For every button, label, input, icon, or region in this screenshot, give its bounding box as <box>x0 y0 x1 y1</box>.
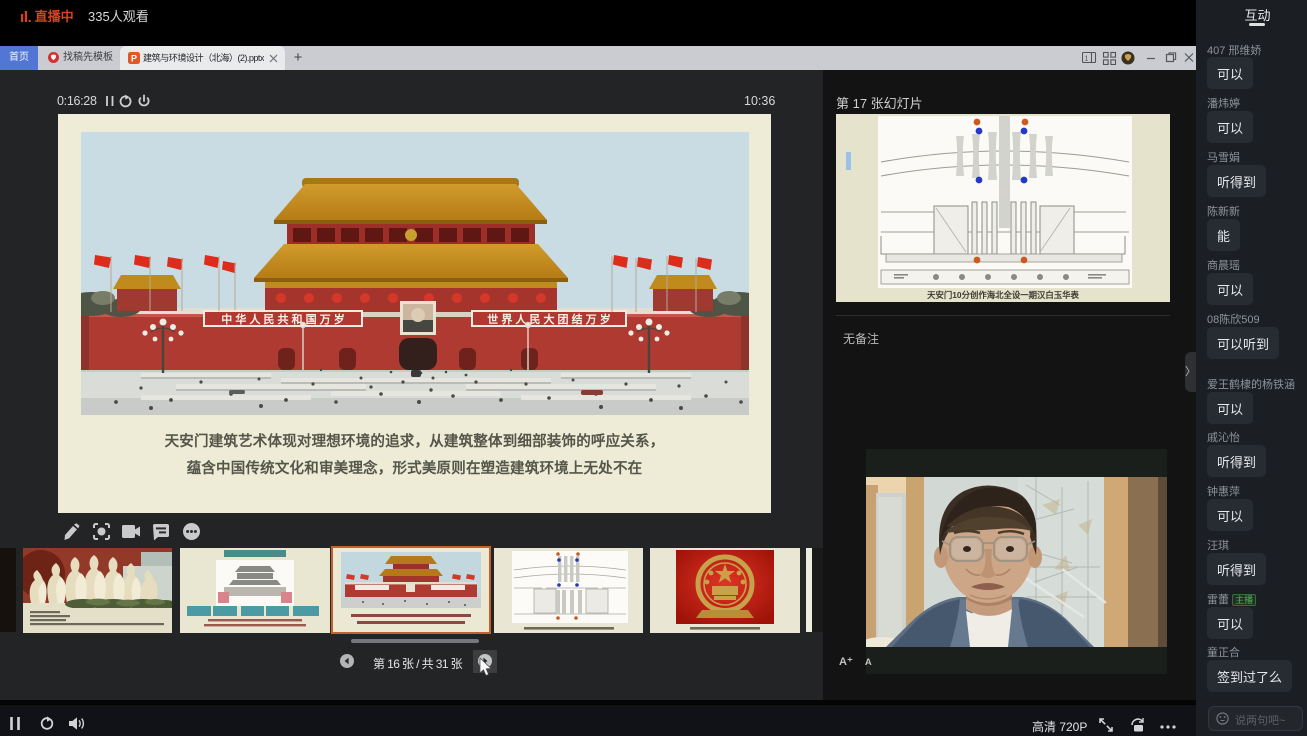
svg-text:P: P <box>131 53 137 63</box>
svg-text:天安门10分创作海北全设一期汉白玉华表: 天安门10分创作海北全设一期汉白玉华表 <box>927 290 1079 300</box>
svg-text:1: 1 <box>1085 56 1089 63</box>
svg-text:世 界 人 民 大 团 结 万 岁: 世 界 人 民 大 团 结 万 岁 <box>487 312 610 326</box>
svg-text:中 华 人 民 共 和 国 万 岁: 中 华 人 民 共 和 国 万 岁 <box>221 312 344 326</box>
